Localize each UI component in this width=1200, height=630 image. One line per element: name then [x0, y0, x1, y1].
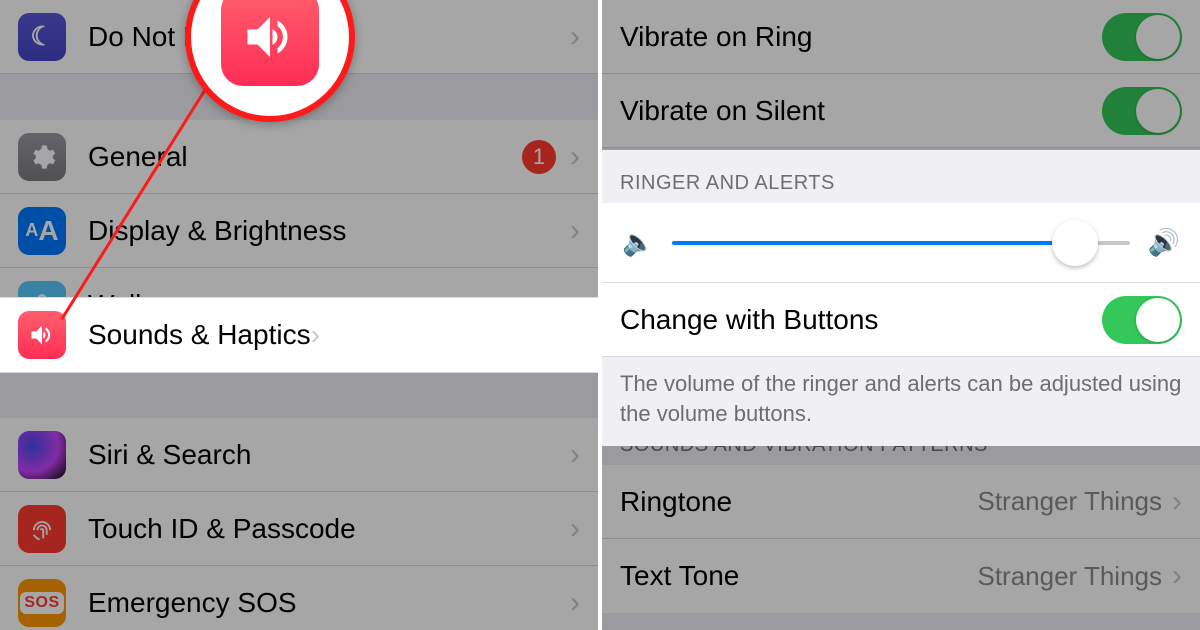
row-label: Vibrate on Ring — [620, 21, 1102, 53]
chevron-right-icon: › — [570, 588, 580, 618]
section-footer-change-buttons: The volume of the ringer and alerts can … — [602, 357, 1200, 446]
toggle-vibrate-silent[interactable] — [1102, 87, 1182, 135]
row-vibrate-on-ring[interactable]: Vibrate on Ring — [602, 0, 1200, 74]
row-display-brightness[interactable]: AA Display & Brightness › — [0, 194, 598, 268]
speaker-icon — [221, 0, 319, 86]
ringer-alerts-block-highlighted: RINGER AND ALERTS 🔈 🔊 Change with Button… — [602, 150, 1200, 414]
speaker-low-icon: 🔈 — [622, 227, 654, 258]
aa-icon: AA — [18, 207, 66, 255]
siri-icon — [18, 431, 66, 479]
gear-icon — [18, 133, 66, 181]
row-label: Text Tone — [620, 560, 977, 592]
chevron-right-icon: › — [570, 216, 580, 246]
chevron-right-icon: › — [570, 440, 580, 470]
row-vibrate-on-silent[interactable]: Vibrate on Silent — [602, 74, 1200, 148]
toggle-change-with-buttons[interactable] — [1102, 296, 1182, 344]
sos-icon: SOS — [18, 579, 66, 627]
speaker-icon — [18, 311, 66, 359]
row-label: Change with Buttons — [620, 304, 1102, 336]
toggle-vibrate-ring[interactable] — [1102, 13, 1182, 61]
ringer-volume-slider-row: 🔈 🔊 — [602, 203, 1200, 283]
row-text-tone[interactable]: Text Tone Stranger Things › — [602, 539, 1200, 613]
row-change-with-buttons[interactable]: Change with Buttons — [602, 283, 1200, 357]
row-touch-id[interactable]: Touch ID & Passcode › — [0, 492, 598, 566]
chevron-right-icon: › — [570, 142, 580, 172]
ringer-volume-slider[interactable] — [672, 241, 1129, 245]
row-general[interactable]: General 1 › — [0, 120, 598, 194]
row-label: Display & Brightness — [88, 215, 570, 247]
chevron-right-icon: › — [570, 514, 580, 544]
row-label: Sounds & Haptics — [88, 319, 311, 351]
row-label: Emergency SOS — [88, 587, 570, 619]
row-label: Siri & Search — [88, 439, 570, 471]
row-value: Stranger Things — [977, 561, 1162, 592]
chevron-right-icon: › — [1172, 561, 1182, 591]
row-label: Vibrate on Silent — [620, 95, 1102, 127]
section-header-ringer-alerts: RINGER AND ALERTS — [602, 150, 1200, 203]
row-ringtone[interactable]: Ringtone Stranger Things › — [602, 465, 1200, 539]
speaker-high-icon: 🔊 — [1148, 227, 1180, 258]
notification-badge: 1 — [522, 140, 556, 174]
row-sounds-haptics-highlighted[interactable]: Sounds & Haptics › — [0, 297, 598, 373]
chevron-right-icon: › — [311, 319, 320, 351]
chevron-right-icon: › — [1172, 487, 1182, 517]
row-siri-search[interactable]: Siri & Search › — [0, 418, 598, 492]
fingerprint-icon — [18, 505, 66, 553]
moon-icon: ☾ — [18, 13, 66, 61]
row-label: Touch ID & Passcode — [88, 513, 570, 545]
row-emergency-sos[interactable]: SOS Emergency SOS › — [0, 566, 598, 630]
row-label: Ringtone — [620, 486, 977, 518]
chevron-right-icon: › — [570, 22, 580, 52]
row-value: Stranger Things — [977, 486, 1162, 517]
